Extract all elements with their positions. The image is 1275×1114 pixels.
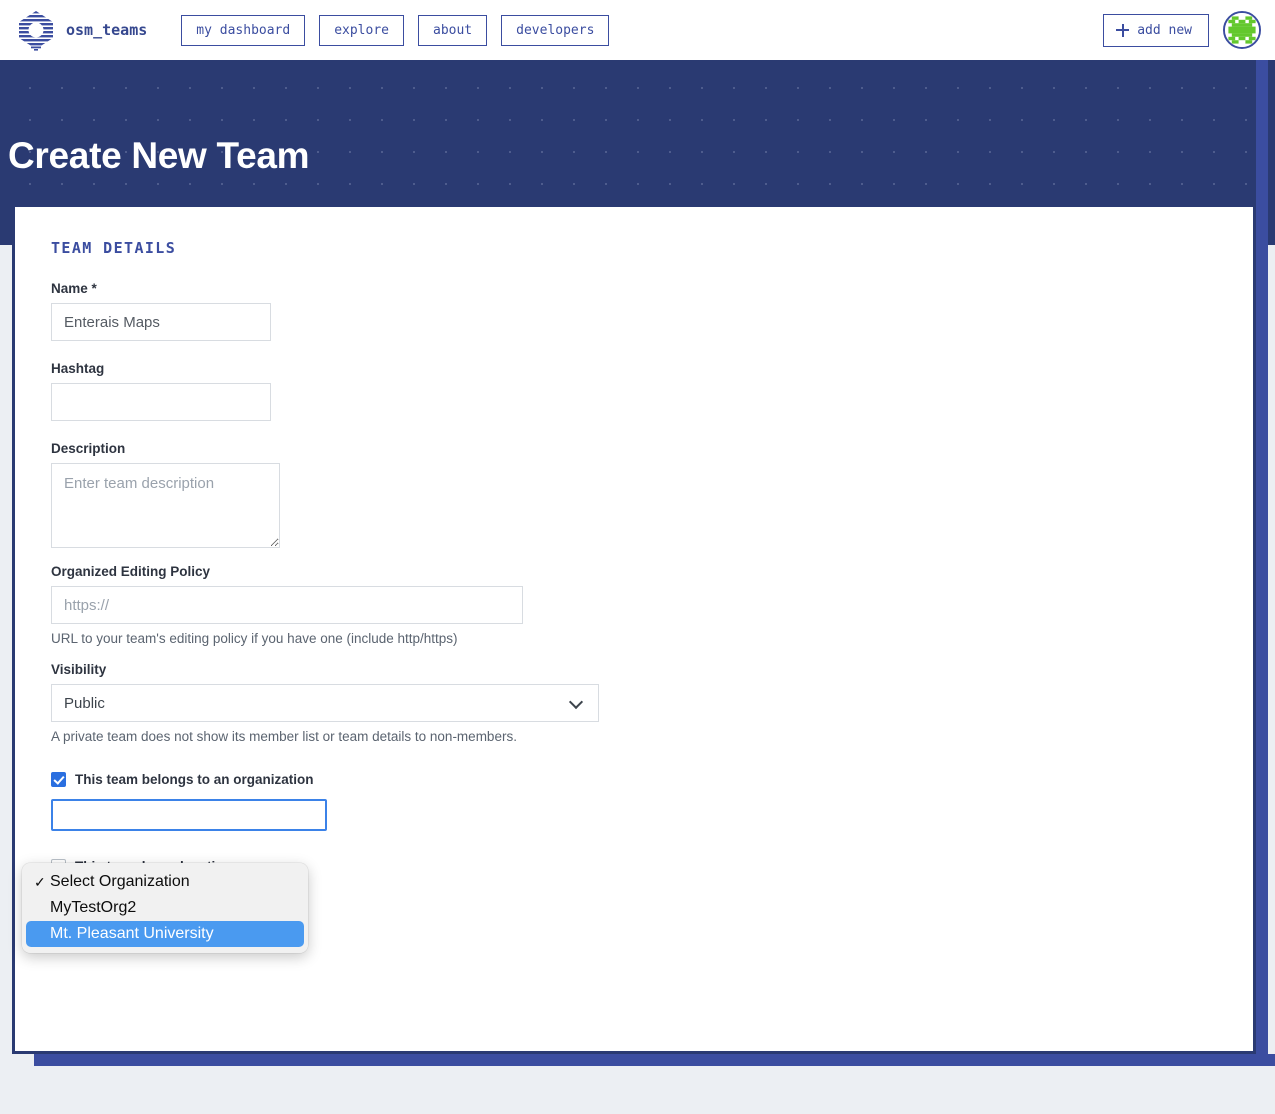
nav-item-about[interactable]: about bbox=[418, 15, 487, 46]
page-root: osm_teams my dashboard explore about dev… bbox=[0, 0, 1275, 1114]
policy-label: Organized Editing Policy bbox=[51, 564, 1253, 579]
osm-teams-logo-icon bbox=[14, 8, 58, 52]
dropdown-option-mytestorg2[interactable]: MyTestOrg2 bbox=[26, 895, 304, 921]
field-description: Description bbox=[51, 441, 1253, 548]
visibility-select[interactable]: Public bbox=[51, 684, 599, 722]
brand-home-link[interactable]: osm_teams bbox=[14, 8, 147, 52]
section-title-team-details: TEAM DETAILS bbox=[51, 239, 1253, 257]
right-accent-strip bbox=[1256, 60, 1268, 1066]
check-icon: ✓ bbox=[34, 874, 50, 891]
bottom-accent-band bbox=[34, 1054, 1275, 1066]
brand-name: osm_teams bbox=[66, 21, 147, 39]
nav-item-explore[interactable]: explore bbox=[319, 15, 404, 46]
add-new-label: add new bbox=[1137, 24, 1192, 37]
organization-dropdown-popup: ✓ Select Organization MyTestOrg2 Mt. Ple… bbox=[22, 863, 308, 953]
hashtag-label: Hashtag bbox=[51, 361, 1253, 376]
field-hashtag: Hashtag bbox=[51, 361, 1253, 421]
visibility-helper-text: A private team does not show its member … bbox=[51, 729, 1253, 744]
organization-select[interactable] bbox=[51, 799, 327, 831]
hashtag-input[interactable] bbox=[51, 383, 271, 421]
dropdown-option-label: Mt. Pleasant University bbox=[50, 925, 214, 943]
visibility-label: Visibility bbox=[51, 662, 1253, 677]
field-name: Name * bbox=[51, 281, 1253, 341]
top-navbar: osm_teams my dashboard explore about dev… bbox=[0, 0, 1275, 60]
policy-helper-text: URL to your team's editing policy if you… bbox=[51, 631, 1253, 646]
name-label: Name * bbox=[51, 281, 1253, 296]
policy-input[interactable] bbox=[51, 586, 523, 624]
primary-nav: my dashboard explore about developers bbox=[181, 15, 609, 46]
org-checkbox-label: This team belongs to an organization bbox=[75, 772, 314, 787]
org-checkbox-row[interactable]: This team belongs to an organization bbox=[51, 772, 1253, 787]
add-new-button[interactable]: add new bbox=[1103, 14, 1209, 47]
description-textarea[interactable] bbox=[51, 463, 280, 548]
plus-icon bbox=[1116, 24, 1129, 37]
name-input[interactable] bbox=[51, 303, 271, 341]
visibility-select-wrap: Public bbox=[51, 684, 599, 722]
navbar-right-group: add new bbox=[1103, 0, 1261, 60]
page-title: Create New Team bbox=[8, 135, 309, 177]
nav-item-my-dashboard[interactable]: my dashboard bbox=[181, 15, 305, 46]
dropdown-option-select-organization[interactable]: ✓ Select Organization bbox=[26, 869, 304, 895]
avatar-identicon-icon bbox=[1225, 13, 1259, 47]
field-visibility: Visibility bbox=[51, 662, 1253, 677]
field-editing-policy: Organized Editing Policy bbox=[51, 564, 1253, 624]
nav-item-developers[interactable]: developers bbox=[501, 15, 609, 46]
dropdown-option-label: Select Organization bbox=[50, 873, 190, 891]
dropdown-option-mt-pleasant-university[interactable]: Mt. Pleasant University bbox=[26, 921, 304, 947]
user-avatar[interactable] bbox=[1223, 11, 1261, 49]
description-label: Description bbox=[51, 441, 1253, 456]
dropdown-option-label: MyTestOrg2 bbox=[50, 899, 136, 917]
org-checkbox[interactable] bbox=[51, 772, 66, 787]
